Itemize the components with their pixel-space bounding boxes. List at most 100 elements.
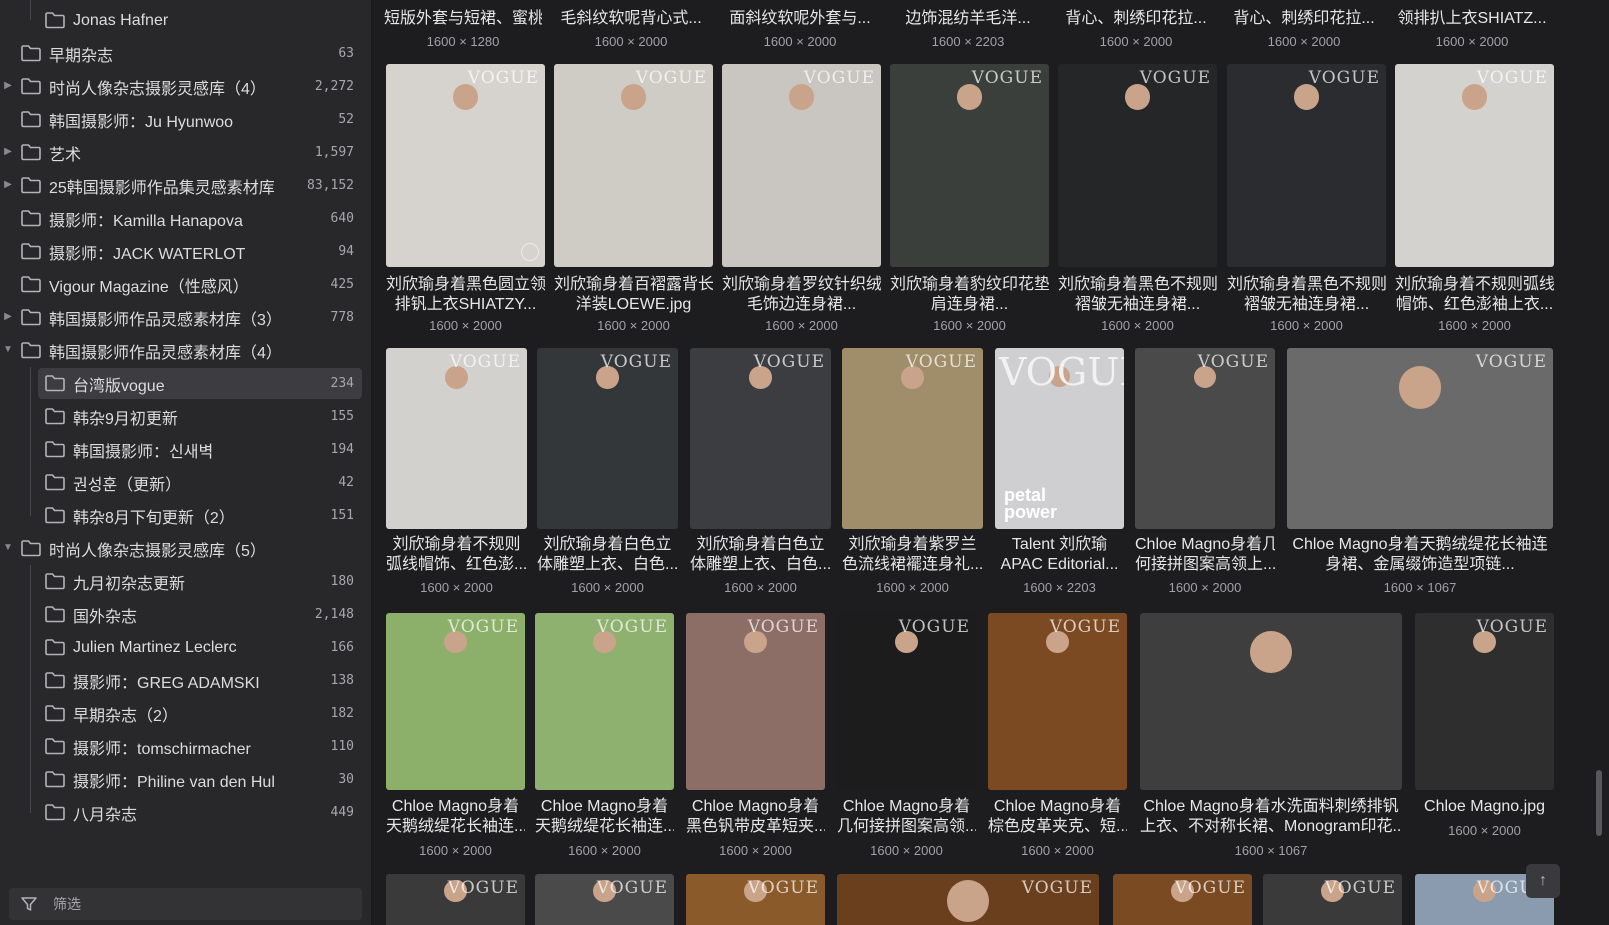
image-card[interactable]: 背心、刺绣印花拉... 1600 × 2000 [1225,0,1383,52]
image-card[interactable]: VOGUE Chloe Magno身着天鹅绒缇花长袖连 身裙、金属缀饰造型项链...… [1287,348,1553,598]
vogue-watermark: VOGUE [596,878,668,898]
folder-row[interactable]: 国外杂志 2,148 [0,598,372,631]
chevron-right-icon[interactable]: ▶ [2,311,14,323]
chevron-down-icon[interactable]: ▼ [2,542,14,554]
image-card[interactable]: VOGUE Chloe Magno身着 天鹅绒缇花长袖连... 1600 × 2000 [535,613,674,861]
image-card[interactable]: VOGUE [1113,874,1252,925]
image-thumbnail[interactable]: VOGUE [1415,613,1554,790]
folder-row[interactable]: ▶ 时尚人像杂志摄影灵感库（4） 2,272 [0,70,372,103]
image-thumbnail[interactable]: VOGUE [554,64,713,267]
image-card[interactable]: VOGUE 刘欣瑜身着不规则弧线 帽饰、红色澎袖上衣... 1600 × 2000 [1395,64,1554,336]
image-card[interactable]: VOGUE [837,874,1099,925]
image-thumbnail[interactable]: VOGUE [386,64,545,267]
image-title-line2: 体雕塑上衣、白色... [690,556,831,573]
image-card[interactable]: Chloe Magno身着水洗面料刺绣排钒 上衣、不对称长裙、Monogram印花… [1140,613,1402,861]
image-card[interactable]: VOGUE 刘欣瑜身着罗纹针织绒 毛饰边连身裙... 1600 × 2000 [722,64,881,336]
image-thumbnail[interactable]: VOGUE [535,874,674,925]
folder-row[interactable]: 韩国摄影师：Ju Hyunwoo 52 [0,103,372,136]
folder-row[interactable]: 摄影师：JACK WATERLOT 94 [0,235,372,268]
folder-row[interactable]: 권성훈（更新） 42 [0,466,372,499]
folder-row[interactable]: 早期杂志 63 [0,37,372,70]
image-thumbnail[interactable]: VOGUE [988,613,1127,790]
folder-row[interactable]: 韩杂8月下旬更新（2） 151 [0,499,372,532]
zoom-icon[interactable] [521,243,539,261]
image-card[interactable]: VOGUE 刘欣瑜身着豹纹印花垫 肩连身裙... 1600 × 2000 [890,64,1049,336]
image-thumbnail[interactable] [1140,613,1402,790]
folder-row[interactable]: 台湾版vogue 234 [0,367,372,400]
image-thumbnail[interactable]: VOGUE [686,613,825,790]
image-card[interactable]: VOGUE 刘欣瑜身着百褶露背长 洋装LOEWE.jpg 1600 × 2000 [554,64,713,336]
image-card[interactable]: VOGUE Chloe Magno身着 天鹅绒缇花长袖连... 1600 × 2000 [386,613,525,861]
folder-row[interactable]: Julien Martinez Leclerc 166 [0,631,372,664]
image-card[interactable]: VOGUE [1263,874,1402,925]
folder-row[interactable]: 九月初杂志更新 180 [0,565,372,598]
folder-row[interactable]: ▶ 艺术 1,597 [0,136,372,169]
image-card[interactable]: VOGUE Chloe Magno.jpg 1600 × 2000 [1415,613,1554,861]
image-thumbnail[interactable]: VOGUE [837,613,976,790]
filter-bar[interactable]: 筛选 [9,888,362,920]
chevron-right-icon[interactable]: ▶ [2,80,14,92]
image-card[interactable]: 面斜纹软呢外套与... 1600 × 2000 [721,0,879,52]
image-thumbnail[interactable]: VOGUE [1135,348,1275,529]
image-card[interactable]: VOGUE 刘欣瑜身着不规则 弧线帽饰、红色澎... 1600 × 2000 [386,348,527,598]
image-thumbnail[interactable]: VOGUE [722,64,881,267]
scroll-to-top-button[interactable]: ↑ [1526,864,1560,898]
folder-row[interactable]: 韩杂9月初更新 155 [0,400,372,433]
image-thumbnail[interactable]: VOGUE [386,613,525,790]
image-card[interactable]: 毛斜纹软呢背心式... 1600 × 2000 [552,0,710,52]
image-thumbnail[interactable]: VOGUE [1058,64,1217,267]
folder-row[interactable]: 摄影师：tomschirmacher 110 [0,730,372,763]
image-thumbnail[interactable]: VOGUE [1263,874,1402,925]
image-dimensions: 1600 × 2000 [1267,34,1341,49]
image-thumbnail[interactable]: VOGUE [890,64,1049,267]
image-card[interactable]: 背心、刺绣印花拉... 1600 × 2000 [1057,0,1215,52]
grid-scrollbar[interactable] [1596,770,1602,836]
image-thumbnail[interactable]: VOGUE [690,348,831,529]
image-card[interactable]: VOGUE 刘欣瑜身着黑色不规则 褶皱无袖连身裙... 1600 × 2000 [1058,64,1217,336]
image-card[interactable]: VOGUE Chloe Magno身着几 何接拼图案高领上... 1600 × 200… [1135,348,1275,598]
image-thumbnail[interactable]: VOGUE [842,348,983,529]
folder-row[interactable]: ▼ 韩国摄影师作品灵感素材库（4） [0,334,372,367]
image-card[interactable]: VOGUE Chloe Magno身着 几何接拼图案高领... 1600 × 2000 [837,613,976,861]
folder-row[interactable]: Vigour Magazine（性感风） 425 [0,268,372,301]
folder-row[interactable]: ▼ 时尚人像杂志摄影灵感库（5） [0,532,372,565]
image-thumbnail[interactable]: VOGUE [1227,64,1386,267]
image-card[interactable]: VOGUE [386,874,525,925]
image-thumbnail[interactable]: VOGUE [386,348,527,529]
chevron-right-icon[interactable]: ▶ [2,146,14,158]
image-card[interactable]: 短版外套与短裙、蜜桃造型金... 1600 × 1280 [384,0,542,52]
image-thumbnail[interactable]: VOGUE [537,348,678,529]
image-thumbnail[interactable]: VOGUE [1395,64,1554,267]
folder-row[interactable]: ▶ 韩国摄影师作品灵感素材库（3） 778 [0,301,372,334]
folder-row[interactable]: 早期杂志（2） 182 [0,697,372,730]
image-card[interactable]: VOGUE Chloe Magno身着 黑色钒带皮革短夹... 1600 × 2000 [686,613,825,861]
folder-row[interactable]: 摄影师：GREG ADAMSKI 138 [0,664,372,697]
image-thumbnail[interactable]: VOGUE [386,874,525,925]
folder-row[interactable]: ▶ 25韩国摄影师作品集灵感素材库 83,152 [0,169,372,202]
folder-row[interactable]: 摄影师：Philine van den Hul 30 [0,763,372,796]
image-thumbnail[interactable]: VOGUE petal power [995,348,1124,529]
image-card[interactable]: VOGUE 刘欣瑜身着黑色不规则 褶皱无袖连身裙... 1600 × 2000 [1227,64,1386,336]
image-card[interactable]: VOGUE petal power Talent 刘欣瑜 APAC Editorial… [995,348,1124,598]
chevron-right-icon[interactable]: ▶ [2,179,14,191]
folder-row[interactable]: 摄影师：Kamilla Hanapova 640 [0,202,372,235]
image-thumbnail[interactable]: VOGUE [1287,348,1553,529]
image-card[interactable]: 边饰混纺羊毛洋... 1600 × 2203 [889,0,1047,52]
image-card[interactable]: 领排扒上衣SHIATZ... 1600 × 2000 [1393,0,1551,52]
image-card[interactable]: VOGUE [686,874,825,925]
image-thumbnail[interactable]: VOGUE [686,874,825,925]
folder-row[interactable]: 八月杂志 449 [0,796,372,829]
chevron-down-icon[interactable]: ▼ [2,344,14,356]
image-card[interactable]: VOGUE Chloe Magno身着 棕色皮革夹克、短... 1600 × 2000 [988,613,1127,861]
image-card[interactable]: VOGUE 刘欣瑜身着黑色圆立领 排钒上衣SHIATZY... 1600 × 2000 [386,64,545,336]
image-card[interactable]: VOGUE 刘欣瑜身着紫罗兰 色流线裙襬连身礼... 1600 × 2000 [842,348,983,598]
image-thumbnail[interactable]: VOGUE [535,613,674,790]
folder-row[interactable]: Jonas Hafner [0,4,372,37]
image-card[interactable]: VOGUE [535,874,674,925]
image-thumbnail[interactable]: VOGUE [1113,874,1252,925]
image-thumbnail[interactable]: VOGUE [837,874,1099,925]
image-card[interactable]: VOGUE 刘欣瑜身着白色立 体雕塑上衣、白色... 1600 × 2000 [537,348,678,598]
vogue-watermark: VOGUE [753,352,825,372]
image-card[interactable]: VOGUE 刘欣瑜身着白色立 体雕塑上衣、白色... 1600 × 2000 [690,348,831,598]
folder-row[interactable]: 韩国摄影师：신새벽 194 [0,433,372,466]
